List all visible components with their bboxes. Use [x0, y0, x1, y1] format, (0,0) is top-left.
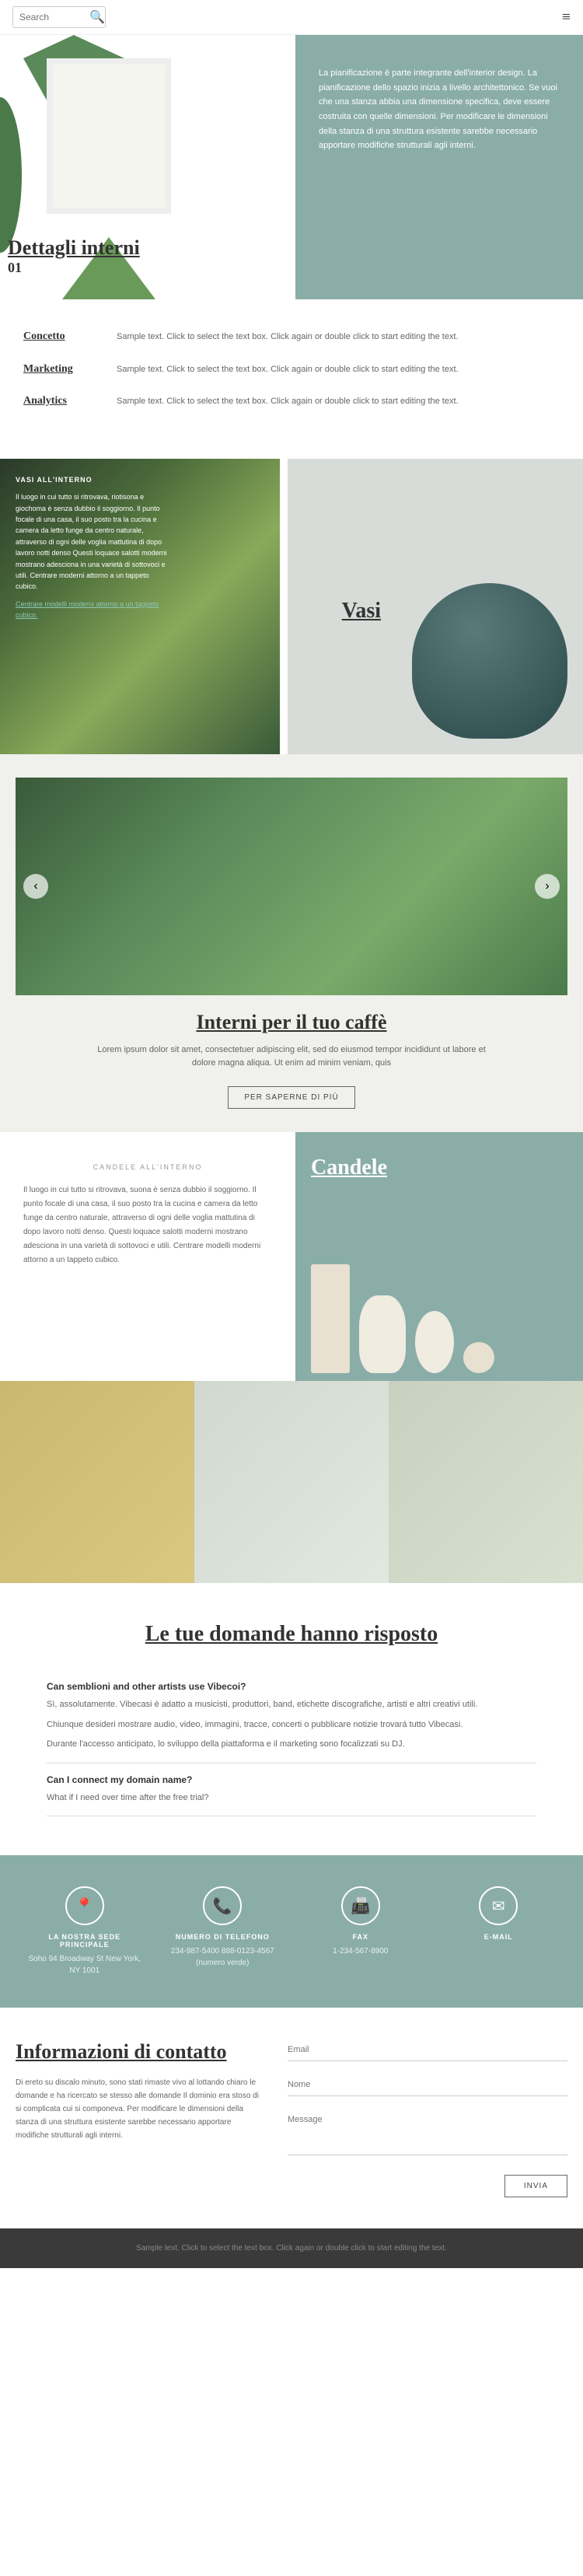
hero-left: Dettagli interni 01 [0, 35, 295, 299]
gallery-overlay-text: Il luogo in cui tutto si ritrovava, riot… [16, 493, 167, 590]
faq-title: Le tue domande hanno risposto [47, 1622, 536, 1647]
contact-form-left: Informazioni di contatto Di ereto su dis… [16, 2039, 264, 2197]
feature-desc-concetto: Sample text. Click to select the text bo… [117, 330, 459, 344]
contact-form-title: Informazioni di contatto [16, 2039, 264, 2065]
menu-icon[interactable]: ≡ [562, 9, 571, 26]
gallery-label: VASI ALL'INTERNO [16, 474, 171, 485]
carousel-prev-button[interactable]: ‹ [23, 874, 48, 899]
search-bar[interactable]: 🔍 [12, 6, 106, 28]
location-icon: 📍 [65, 1886, 104, 1925]
footer-text: Sample text. Click to select the text bo… [136, 2244, 447, 2253]
candle-tall [311, 1264, 350, 1373]
candles-left: CANDELE ALL'INTERNO Il luogo in cui tutt… [0, 1132, 295, 1381]
candle-objects [311, 1264, 494, 1373]
message-textarea[interactable] [288, 2109, 567, 2155]
gallery-section: VASI ALL'INTERNO Il luogo in cui tutto s… [0, 459, 583, 754]
carousel-image: ‹ › [16, 778, 567, 995]
faq-answer-1c: Durante l'accesso anticipato, lo svilupp… [47, 1738, 536, 1752]
candle-vase-1 [359, 1295, 406, 1373]
feature-label-concetto[interactable]: Concetto [23, 330, 117, 343]
address-title: LA NOSTRA SEDE PRINCIPALE [26, 1933, 143, 1949]
fax-text: 1-234-567-8900 [302, 1945, 419, 1957]
feature-item-concetto: Concetto Sample text. Click to select th… [23, 330, 560, 344]
cafe-desc: Lorem ipsum dolor sit amet, consectetuer… [97, 1043, 486, 1071]
feature-label-analytics[interactable]: Analytics [23, 395, 117, 407]
feature-item-analytics: Analytics Sample text. Click to select t… [23, 395, 560, 409]
contact-icons-section: 📍 LA NOSTRA SEDE PRINCIPALE Soho 94 Broa… [0, 1855, 583, 2008]
feature-desc-analytics: Sample text. Click to select the text bo… [117, 395, 459, 409]
faq-answer-2: What if I need over time after the free … [47, 1791, 536, 1805]
features-section: Concetto Sample text. Click to select th… [0, 299, 583, 459]
candle-round [463, 1342, 494, 1373]
header: 🔍 ≡ [0, 0, 583, 35]
gallery-overlay: VASI ALL'INTERNO Il luogo in cui tutto s… [16, 474, 171, 621]
candles-title: Candele [311, 1155, 387, 1180]
email-icon: ✉ [479, 1886, 518, 1925]
contact-form-right: INVIA [288, 2039, 567, 2197]
submit-button[interactable]: INVIA [504, 2175, 567, 2197]
hero-number: 01 [8, 260, 140, 276]
photo-cell-2 [194, 1381, 389, 1583]
gallery-overlay-link[interactable]: Centrare modelli moderni attorno a un ta… [16, 599, 171, 621]
search-icon: 🔍 [89, 9, 105, 25]
feature-desc-marketing: Sample text. Click to select the text bo… [117, 363, 459, 377]
contact-icon-email: ✉ E-MAIL [440, 1886, 557, 1945]
vasi-title: Vasi [342, 599, 381, 624]
faq-question-2[interactable]: Can I connect my domain name? [47, 1774, 536, 1785]
contact-icon-phone: 📞 NUMERO DI TELEFONO 234-987-5400 888-01… [164, 1886, 281, 1969]
carousel-section: ‹ › Interni per il tuo caffè Lorem ipsum… [0, 754, 583, 1132]
email-title: E-MAIL [440, 1933, 557, 1941]
footer: Sample text. Click to select the text bo… [0, 2228, 583, 2268]
photo-grid [0, 1381, 583, 1583]
hero-frame [47, 58, 171, 214]
contact-form-section: Informazioni di contatto Di ereto su dis… [0, 2008, 583, 2228]
phone-icon: 📞 [203, 1886, 242, 1925]
hero-text: La pianificazione è parte integrante del… [319, 66, 560, 153]
contact-icon-fax: 📠 FAX 1-234-567-8900 [302, 1886, 419, 1957]
contact-form-desc: Di ereto su discalo minuto, sono stati r… [16, 2076, 264, 2142]
contact-icon-address: 📍 LA NOSTRA SEDE PRINCIPALE Soho 94 Broa… [26, 1886, 143, 1977]
learn-more-button[interactable]: PER SAPERNE DI PIÙ [228, 1086, 354, 1109]
photo-cell-1 [0, 1381, 194, 1583]
hero-section: Dettagli interni 01 La pianificazione è … [0, 35, 583, 299]
name-input[interactable] [288, 2074, 567, 2096]
vaso-image [412, 583, 567, 739]
gallery-left: VASI ALL'INTERNO Il luogo in cui tutto s… [0, 459, 280, 754]
faq-answer-1a: Sì, assolutamente. Vibecasi è adatto a m… [47, 1698, 536, 1712]
photo-cell-3 [389, 1381, 583, 1583]
phone-text: 234-987-5400 888-0123-4567 (numero verde… [164, 1945, 281, 1969]
fax-title: FAX [302, 1933, 419, 1941]
search-input[interactable] [19, 12, 89, 23]
address-text: Soho 94 Broadway St New York, NY 1001 [26, 1953, 143, 1977]
candles-label: CANDELE ALL'INTERNO [23, 1163, 272, 1171]
carousel-next-button[interactable]: › [535, 874, 560, 899]
phone-title: NUMERO DI TELEFONO [164, 1933, 281, 1941]
candles-section: CANDELE ALL'INTERNO Il luogo in cui tutt… [0, 1132, 583, 1381]
fax-icon: 📠 [341, 1886, 380, 1925]
candles-right: Candele [295, 1132, 583, 1381]
faq-answer-1b: Chiunque desideri mostrare audio, video,… [47, 1718, 536, 1732]
faq-section: Le tue domande hanno risposto Can sembli… [0, 1583, 583, 1855]
gallery-right: Vasi [288, 459, 583, 754]
faq-item-2: Can I connect my domain name? What if I … [47, 1763, 536, 1817]
email-input[interactable] [288, 2039, 567, 2061]
hero-title-area: Dettagli interni 01 [8, 236, 140, 276]
faq-item-1: Can semblioni and other artists use Vibe… [47, 1670, 536, 1763]
feature-item-marketing: Marketing Sample text. Click to select t… [23, 363, 560, 377]
faq-question-1[interactable]: Can semblioni and other artists use Vibe… [47, 1681, 536, 1692]
cafe-title: Interni per il tuo caffè [16, 1011, 567, 1034]
hero-title: Dettagli interni [8, 236, 140, 260]
candle-vase-2 [415, 1311, 454, 1373]
candles-text: Il luogo in cui tutto si ritrovava, suon… [23, 1183, 272, 1267]
feature-label-marketing[interactable]: Marketing [23, 363, 117, 376]
hero-right: La pianificazione è parte integrante del… [295, 35, 583, 299]
